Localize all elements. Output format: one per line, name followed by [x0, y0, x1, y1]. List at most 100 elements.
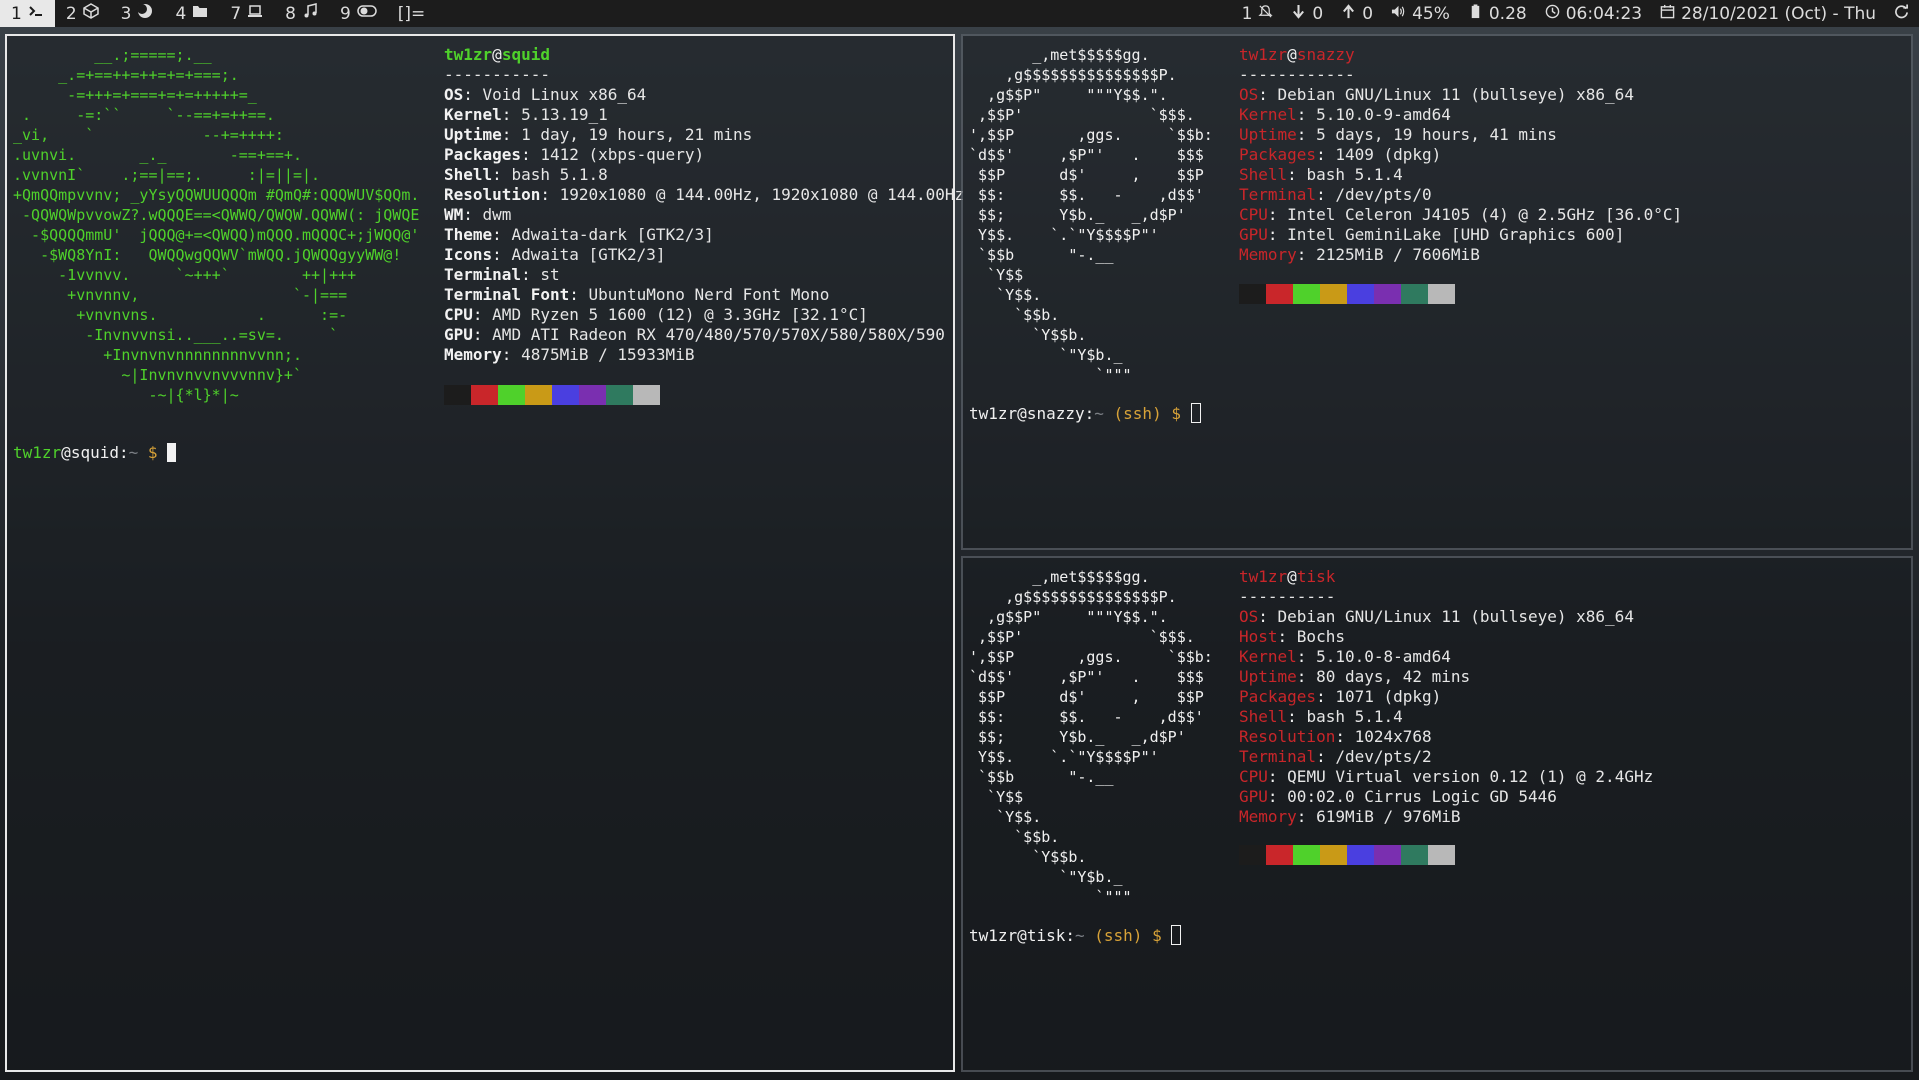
volume-status[interactable]: 45%: [1391, 4, 1450, 24]
username: tw1zr: [1239, 567, 1288, 586]
clock-status: 06:04:23: [1545, 4, 1642, 24]
tag-1[interactable]: 1: [0, 0, 55, 27]
info-row: CPU: QEMU Virtual version 0.12 (1) @ 2.4…: [1239, 767, 1654, 786]
refresh-status[interactable]: [1894, 3, 1909, 24]
calendar-icon: [1660, 4, 1675, 24]
arrow-up-icon: [1341, 3, 1356, 24]
info-row: Shell: bash 5.1.8: [444, 165, 608, 184]
text-cursor: [1190, 403, 1201, 423]
info-value: dwm: [482, 205, 512, 224]
date-status: 28/10/2021 (Oct) - Thu: [1660, 4, 1876, 24]
color-swatch: [1401, 284, 1428, 304]
notification-status[interactable]: 1: [1242, 4, 1274, 24]
volume-icon: [1391, 4, 1406, 24]
info-row: Icons: Adwaita [GTK2/3]: [444, 245, 666, 264]
color-swatch: [1428, 845, 1455, 865]
tag-number: 4: [175, 3, 187, 24]
cube-icon: [82, 3, 99, 24]
info-key: GPU: [1239, 225, 1268, 244]
info-row: Memory: 4875MiB / 15933MiB: [444, 345, 695, 364]
prompt-path: ~: [1074, 926, 1085, 945]
info-key: Shell: [444, 165, 493, 184]
info-value: 1920x1080 @ 144.00Hz, 1920x1080 @ 144.00…: [559, 185, 965, 204]
shell-prompt[interactable]: tw1zr@squid:~ $: [13, 443, 177, 463]
layout-indicator[interactable]: []=: [388, 4, 436, 24]
bell-slash-icon: [1258, 4, 1274, 24]
user-host-line: tw1zr@snazzy: [1239, 45, 1355, 64]
terminal-window-squid[interactable]: __.;=====;.__ _.=+==++=++=+=+===;. -=+++…: [5, 34, 964, 1072]
download-status: 0: [1291, 4, 1323, 24]
info-value: 1024x768: [1354, 727, 1432, 746]
color-swatch: [1320, 845, 1347, 865]
shell-prompt[interactable]: tw1zr@snazzy:~ (ssh) $: [969, 403, 1201, 424]
tag-number: 8: [285, 3, 296, 24]
color-swatch: [1428, 284, 1455, 304]
info-value: 1409 (dpkg): [1335, 145, 1442, 164]
info-key: Packages: [444, 145, 522, 164]
color-swatch: [1293, 845, 1320, 865]
color-swatch: [1239, 845, 1266, 865]
battery-icon: [1468, 3, 1483, 24]
color-swatch: [1401, 845, 1428, 865]
info-value: Bochs: [1296, 627, 1345, 646]
info-row: OS: Void Linux x86_64: [444, 85, 647, 104]
tag-3[interactable]: 3: [110, 0, 165, 27]
info-row: Shell: bash 5.1.4: [1239, 707, 1403, 726]
clock-icon: [1545, 4, 1560, 24]
info-key: Resolution: [1239, 727, 1336, 746]
separator-line: -----------: [444, 65, 550, 84]
prompt-symbol: $: [1152, 926, 1162, 945]
tag-9[interactable]: 9: [329, 0, 388, 27]
info-row: Host: Bochs: [1239, 627, 1345, 646]
info-key: Packages: [1239, 145, 1317, 164]
info-key: GPU: [1239, 787, 1268, 806]
hostname: snazzy: [1296, 45, 1355, 64]
debian-logo: _,met$$$$$gg. ,g$$$$$$$$$$$$$$$P. ,g$$P"…: [969, 46, 1213, 384]
info-row: Kernel: 5.10.0-8-amd64: [1239, 647, 1451, 666]
info-value: 00:02.0 Cirrus Logic GD 5446: [1287, 787, 1557, 806]
tag-8[interactable]: 8: [274, 0, 329, 27]
info-value: 80 days, 42 mins: [1316, 667, 1471, 686]
shell-prompt[interactable]: tw1zr@tisk:~ (ssh) $: [969, 925, 1182, 946]
refresh-icon: [1894, 3, 1909, 24]
text-cursor: [1171, 925, 1182, 945]
info-key: Uptime: [444, 125, 502, 144]
neofetch-info: tw1zr@squid ----------- OS: Void Linux x…: [444, 45, 964, 365]
info-key: OS: [444, 85, 464, 104]
info-row: OS: Debian GNU/Linux 11 (bullseye) x86_6…: [1239, 85, 1634, 104]
tag-2[interactable]: 2: [55, 0, 110, 27]
hostname: tisk: [1296, 567, 1336, 586]
upload-value: 0: [1362, 3, 1374, 24]
info-key: Kernel: [444, 105, 502, 124]
prompt-user: tw1zr: [969, 926, 1018, 945]
color-swatch: [1374, 284, 1401, 304]
info-key: Terminal: [1239, 747, 1317, 766]
info-value: /dev/pts/0: [1335, 185, 1432, 204]
terminal-window-tisk[interactable]: _,met$$$$$gg. ,g$$$$$$$$$$$$$$$P. ,g$$P"…: [961, 556, 1913, 1072]
color-palette: [444, 385, 660, 405]
tag-4[interactable]: 4: [164, 0, 219, 27]
tag-7[interactable]: 7: [219, 0, 274, 27]
tag-number: 3: [120, 3, 132, 24]
info-row: Memory: 619MiB / 976MiB: [1239, 807, 1461, 826]
moon-icon: [137, 3, 153, 24]
separator-line: ------------: [1239, 65, 1355, 84]
time-value: 06:04:23: [1565, 3, 1643, 24]
info-key: WM: [444, 205, 464, 224]
info-value: UbuntuMono Nerd Font Mono: [588, 285, 830, 304]
load-value: 0.28: [1488, 3, 1527, 24]
info-row: Shell: bash 5.1.4: [1239, 165, 1403, 184]
info-value: Adwaita-dark [GTK2/3]: [511, 225, 714, 244]
terminal-window-snazzy[interactable]: _,met$$$$$gg. ,g$$$$$$$$$$$$$$$P. ,g$$P"…: [961, 34, 1913, 550]
color-swatch: [1239, 284, 1266, 304]
info-value: Adwaita [GTK2/3]: [511, 245, 666, 264]
info-value: Debian GNU/Linux 11 (bullseye) x86_64: [1277, 85, 1634, 104]
info-row: Uptime: 5 days, 19 hours, 41 mins: [1239, 125, 1557, 144]
info-row: Kernel: 5.13.19_1: [444, 105, 608, 124]
info-key: Uptime: [1239, 667, 1297, 686]
tag-list: 1 2 3 4 7 8 9 []=: [0, 0, 435, 27]
info-row: Theme: Adwaita-dark [GTK2/3]: [444, 225, 714, 244]
notification-count: 1: [1241, 3, 1253, 24]
info-key: Shell: [1239, 707, 1288, 726]
tag-number: 7: [230, 3, 242, 24]
